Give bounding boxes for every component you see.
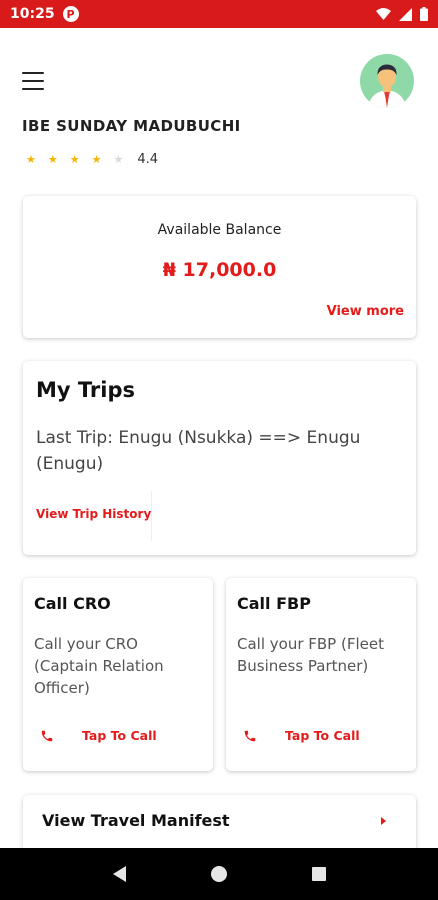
trips-title: My Trips bbox=[36, 378, 136, 402]
star-icon: ★ bbox=[69, 153, 80, 166]
signal-icon bbox=[399, 7, 412, 21]
star-empty-icon: ★ bbox=[113, 153, 124, 166]
home-icon[interactable] bbox=[210, 866, 227, 882]
call-fbp-description: Call your FBP (Fleet Business Partner) bbox=[237, 635, 384, 675]
status-bar: 10:25 P bbox=[0, 0, 438, 28]
trips-card: My Trips Last Trip: Enugu (Nsukka) ==> E… bbox=[23, 361, 416, 555]
balance-label: Available Balance bbox=[157, 222, 282, 238]
user-avatar-icon[interactable] bbox=[360, 54, 414, 108]
call-cro-description: Call your CRO (Captain Relation Officer) bbox=[34, 635, 164, 697]
call-cro-card: Call CRO Call your CRO (Captain Relation… bbox=[23, 578, 213, 771]
balance-amount: ₦ 17,000.0 bbox=[162, 259, 277, 281]
recents-icon[interactable] bbox=[311, 867, 326, 881]
phone-icon bbox=[41, 730, 53, 741]
call-cro-button[interactable]: Tap To Call bbox=[40, 728, 157, 743]
star-icon: ★ bbox=[47, 153, 58, 166]
call-cro-title: Call CRO bbox=[34, 594, 111, 613]
rating-value: 4.4 bbox=[137, 152, 159, 167]
call-fbp-title: Call FBP bbox=[237, 594, 311, 613]
star-icon: ★ bbox=[91, 153, 102, 166]
view-trip-history-link[interactable]: View Trip History bbox=[36, 507, 151, 521]
tap-to-call-label: Tap To Call bbox=[285, 728, 360, 743]
circle-p-icon: P bbox=[62, 6, 79, 22]
wifi-icon bbox=[376, 8, 391, 20]
battery-icon bbox=[420, 7, 428, 21]
driver-rating: ★ ★ ★ ★ ★ 4.4 bbox=[26, 152, 158, 167]
status-time: 10:25 bbox=[10, 6, 55, 22]
back-icon[interactable] bbox=[112, 866, 126, 882]
status-icons bbox=[376, 7, 428, 21]
view-more-link[interactable]: View more bbox=[327, 304, 404, 319]
balance-card: Available Balance ₦ 17,000.0 View more bbox=[23, 196, 416, 338]
call-fbp-button[interactable]: Tap To Call bbox=[243, 728, 360, 743]
phone-icon bbox=[244, 730, 256, 741]
system-nav-bar bbox=[0, 848, 438, 900]
call-fbp-card: Call FBP Call your FBP (Fleet Business P… bbox=[226, 578, 416, 771]
hamburger-menu-icon[interactable] bbox=[22, 72, 44, 90]
chevron-right-icon bbox=[381, 817, 386, 825]
manifest-label: View Travel Manifest bbox=[42, 811, 230, 830]
last-trip-text: Last Trip: Enugu (Nsukka) ==> Enugu (Enu… bbox=[36, 428, 361, 474]
driver-name: IBE SUNDAY MADUBUCHI bbox=[22, 117, 241, 135]
divider bbox=[151, 491, 152, 541]
star-icon: ★ bbox=[26, 153, 36, 166]
tap-to-call-label: Tap To Call bbox=[82, 728, 157, 743]
